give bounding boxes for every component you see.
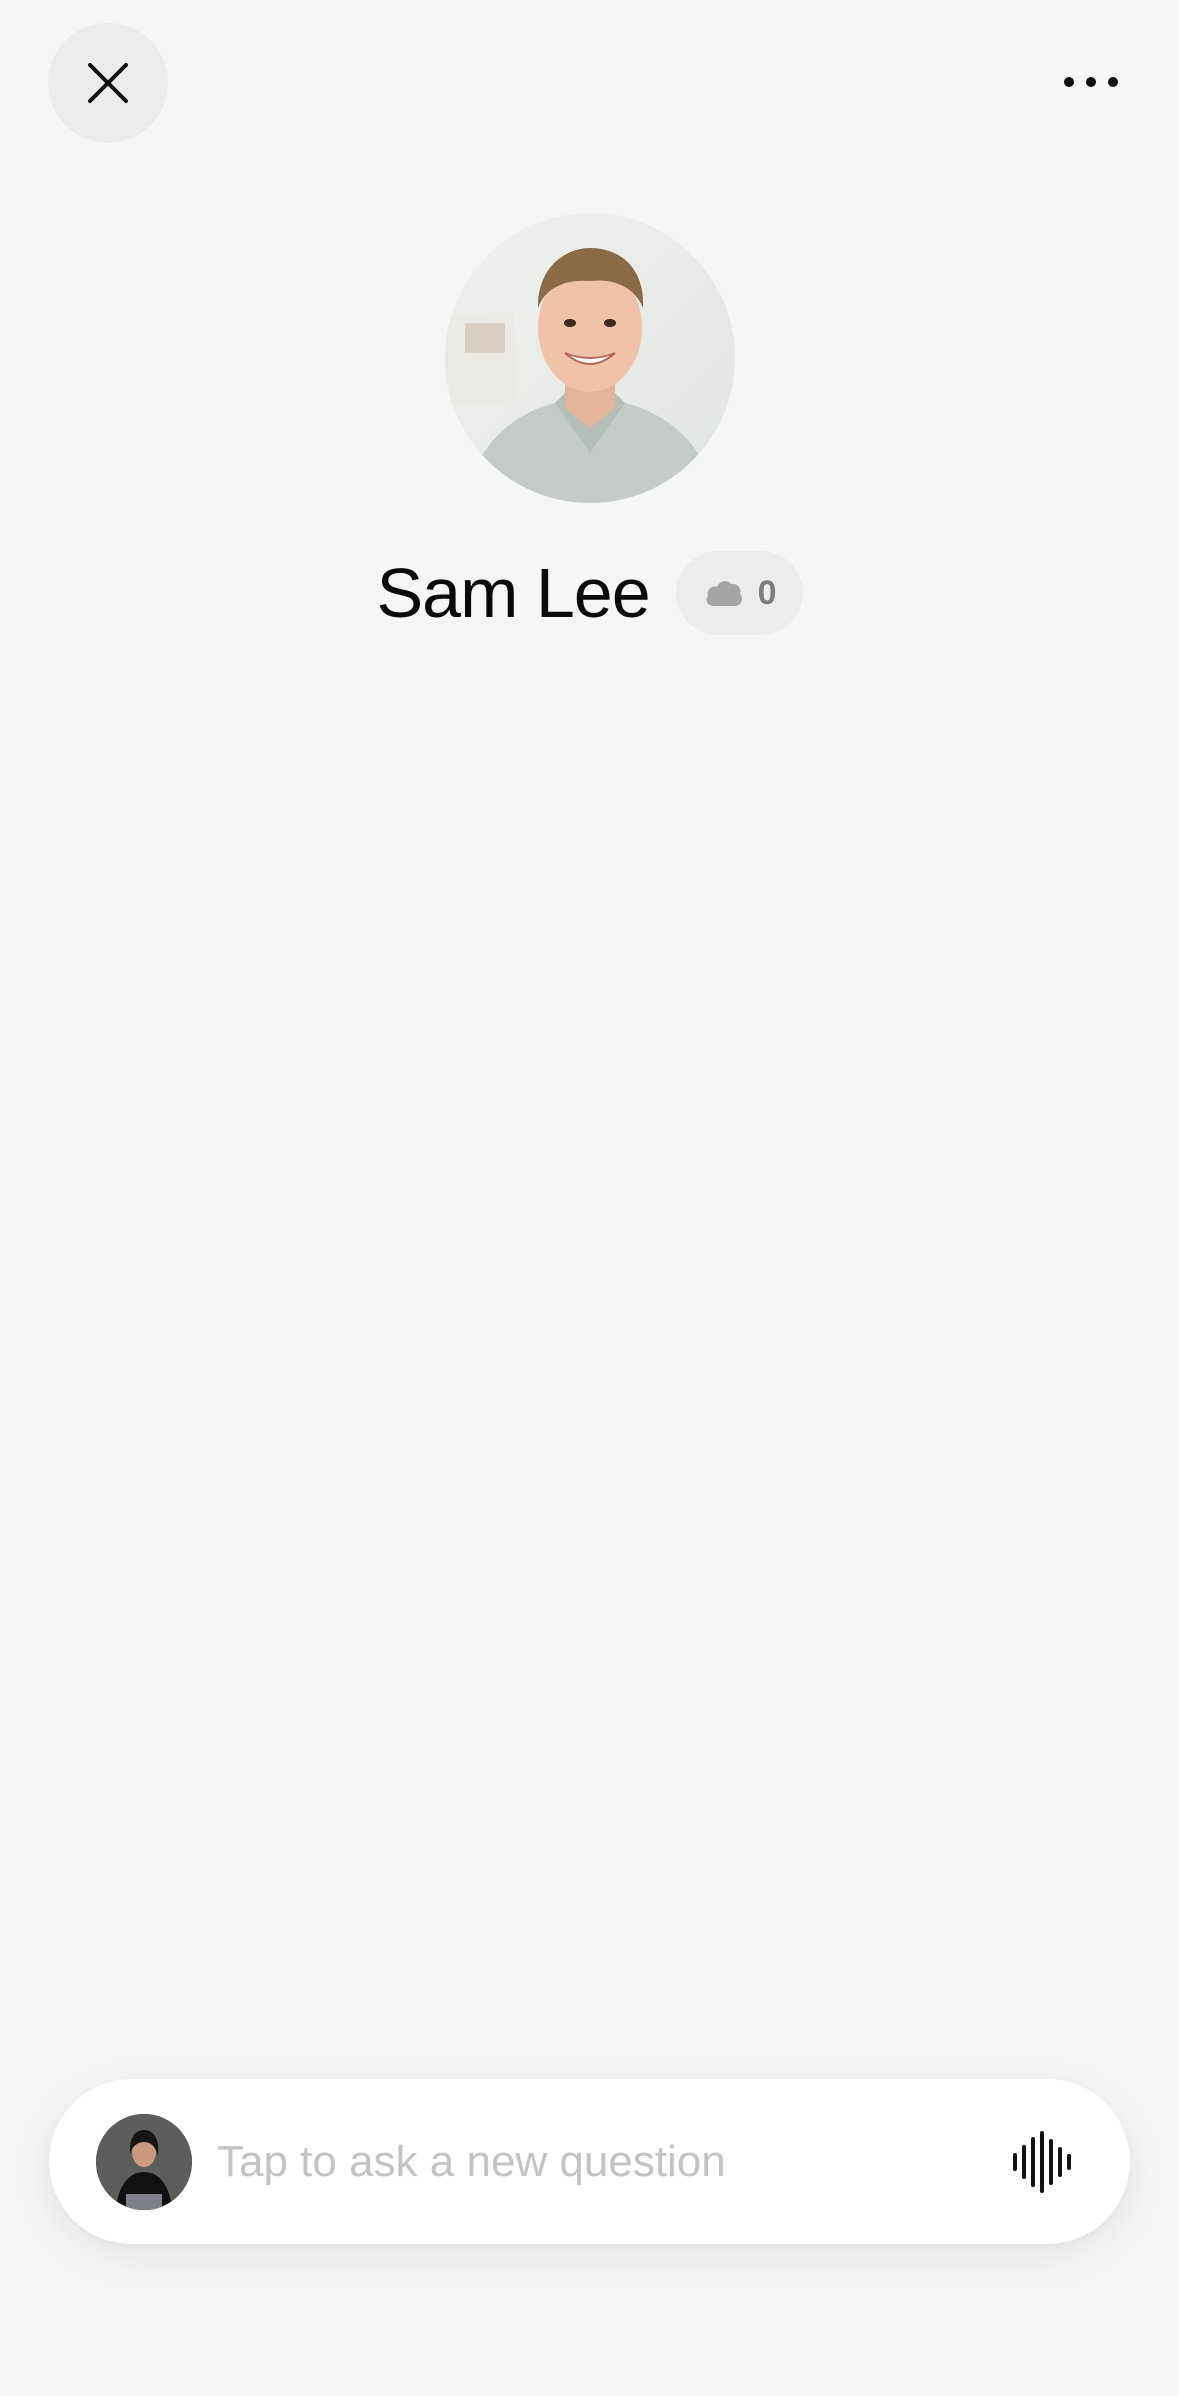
profile-screen: Sam Lee 0 Tap to ask a new question [0, 0, 1179, 2396]
more-options-button[interactable] [1053, 50, 1129, 114]
cloud-count-badge[interactable]: 0 [675, 551, 803, 635]
ask-question-input[interactable]: Tap to ask a new question [49, 2079, 1130, 2244]
input-placeholder: Tap to ask a new question [217, 2137, 726, 2186]
user-avatar[interactable] [96, 2114, 192, 2210]
voice-waveform-icon [1013, 2131, 1071, 2193]
profile-header: Sam Lee 0 [0, 548, 1179, 638]
profile-name: Sam Lee [376, 554, 650, 632]
more-horizontal-icon [1064, 77, 1118, 87]
cloud-icon [706, 581, 742, 606]
voice-input-button[interactable] [1004, 2124, 1080, 2200]
close-icon [88, 63, 128, 103]
close-button[interactable] [48, 23, 168, 143]
profile-avatar [445, 213, 735, 503]
badge-count: 0 [757, 574, 777, 612]
